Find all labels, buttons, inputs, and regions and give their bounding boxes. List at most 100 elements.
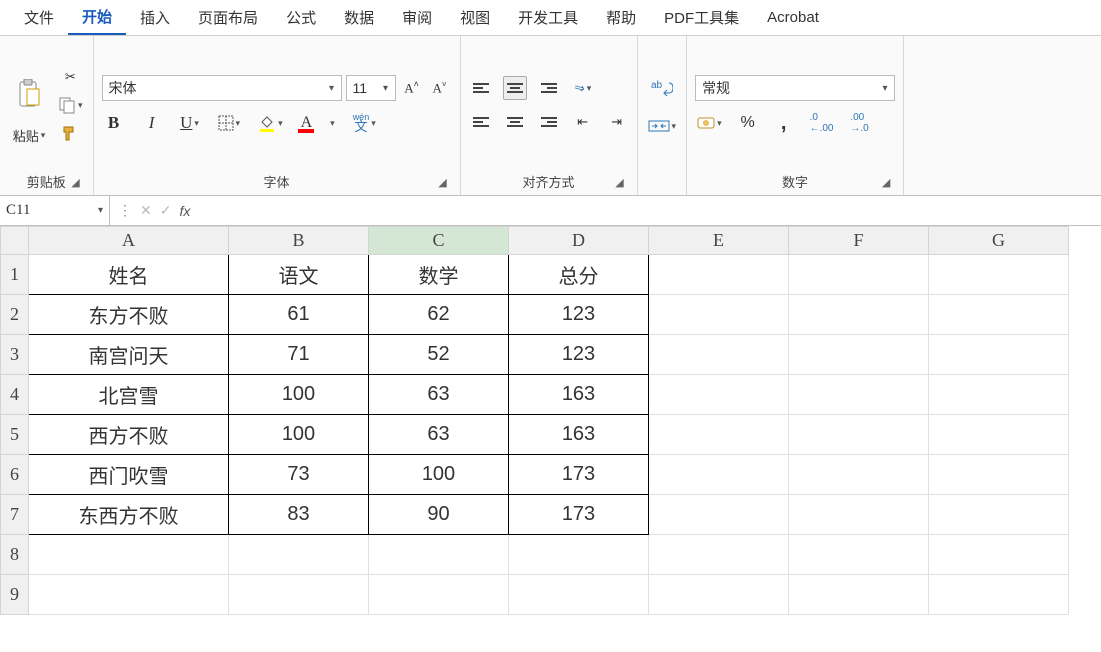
menu-item-8[interactable]: 开发工具 bbox=[504, 1, 592, 34]
cell-F7[interactable] bbox=[789, 495, 929, 535]
cell-A9[interactable] bbox=[29, 575, 229, 615]
increase-font-button[interactable]: A˄ bbox=[400, 76, 424, 100]
merge-button[interactable]: ▾ bbox=[646, 114, 679, 138]
menu-item-11[interactable]: Acrobat bbox=[753, 3, 833, 32]
align-right-button[interactable] bbox=[537, 110, 561, 134]
cell-F3[interactable] bbox=[789, 335, 929, 375]
menu-item-9[interactable]: 帮助 bbox=[592, 1, 650, 34]
cell-D5[interactable]: 163 bbox=[509, 415, 649, 455]
align-bottom-button[interactable] bbox=[537, 76, 561, 100]
chevron-down-icon[interactable]: ▾ bbox=[323, 83, 341, 94]
cell-B1[interactable]: 语文 bbox=[229, 255, 369, 295]
col-header-E[interactable]: E bbox=[649, 227, 789, 255]
chevron-down-icon[interactable]: ▾ bbox=[377, 83, 395, 94]
menu-item-0[interactable]: 文件 bbox=[10, 1, 68, 34]
cell-F6[interactable] bbox=[789, 455, 929, 495]
cell-D2[interactable]: 123 bbox=[509, 295, 649, 335]
font-launcher-icon[interactable]: ◢ bbox=[436, 175, 450, 189]
cell-D9[interactable] bbox=[509, 575, 649, 615]
currency-button[interactable]: ▾ bbox=[695, 111, 724, 135]
paste-label[interactable]: 粘贴▾ bbox=[13, 126, 46, 145]
menu-item-7[interactable]: 视图 bbox=[446, 1, 504, 34]
cell-E7[interactable] bbox=[649, 495, 789, 535]
formula-input[interactable] bbox=[198, 196, 1101, 225]
fx-icon[interactable]: fx bbox=[179, 203, 190, 219]
cancel-icon[interactable]: ✕ bbox=[140, 202, 152, 219]
align-middle-button[interactable] bbox=[503, 76, 527, 100]
cell-G7[interactable] bbox=[929, 495, 1069, 535]
cell-A4[interactable]: 北宫雪 bbox=[29, 375, 229, 415]
cell-G1[interactable] bbox=[929, 255, 1069, 295]
cell-C4[interactable]: 63 bbox=[369, 375, 509, 415]
cell-E5[interactable] bbox=[649, 415, 789, 455]
cell-E2[interactable] bbox=[649, 295, 789, 335]
cell-C2[interactable]: 62 bbox=[369, 295, 509, 335]
cell-E4[interactable] bbox=[649, 375, 789, 415]
cell-C1[interactable]: 数学 bbox=[369, 255, 509, 295]
cell-B4[interactable]: 100 bbox=[229, 375, 369, 415]
cell-B6[interactable]: 73 bbox=[229, 455, 369, 495]
col-header-F[interactable]: F bbox=[789, 227, 929, 255]
col-header-G[interactable]: G bbox=[929, 227, 1069, 255]
cell-A2[interactable]: 东方不败 bbox=[29, 295, 229, 335]
align-center-button[interactable] bbox=[503, 110, 527, 134]
formula-menu-icon[interactable]: ⋮ bbox=[118, 202, 132, 219]
row-header-5[interactable]: 5 bbox=[1, 415, 29, 455]
spreadsheet-grid[interactable]: ABCDEFG1姓名语文数学总分2东方不败61621233南宫问天7152123… bbox=[0, 226, 1101, 615]
menu-item-6[interactable]: 审阅 bbox=[388, 1, 446, 34]
col-header-A[interactable]: A bbox=[29, 227, 229, 255]
underline-button[interactable]: U▾ bbox=[178, 111, 202, 135]
orientation-button[interactable]: ⇗▾ bbox=[571, 76, 595, 100]
align-left-button[interactable] bbox=[469, 110, 493, 134]
cell-G5[interactable] bbox=[929, 415, 1069, 455]
align-top-button[interactable] bbox=[469, 76, 493, 100]
decrease-indent-button[interactable]: ⇤ bbox=[571, 110, 595, 134]
bold-button[interactable]: B bbox=[102, 111, 126, 135]
cell-E8[interactable] bbox=[649, 535, 789, 575]
increase-indent-button[interactable]: ⇥ bbox=[605, 110, 629, 134]
row-header-4[interactable]: 4 bbox=[1, 375, 29, 415]
col-header-B[interactable]: B bbox=[229, 227, 369, 255]
copy-button[interactable]: ▾ bbox=[56, 93, 85, 117]
cell-G3[interactable] bbox=[929, 335, 1069, 375]
row-header-2[interactable]: 2 bbox=[1, 295, 29, 335]
row-header-3[interactable]: 3 bbox=[1, 335, 29, 375]
font-color-button[interactable]: A ▾ bbox=[299, 111, 337, 135]
cut-button[interactable]: ✂ bbox=[56, 65, 85, 89]
cell-E9[interactable] bbox=[649, 575, 789, 615]
chevron-down-icon[interactable]: ▾ bbox=[98, 205, 103, 216]
format-painter-button[interactable] bbox=[56, 121, 85, 145]
name-box[interactable]: C11 ▾ bbox=[0, 196, 110, 225]
wrap-text-button[interactable]: ab bbox=[649, 76, 675, 100]
cell-A8[interactable] bbox=[29, 535, 229, 575]
cell-G6[interactable] bbox=[929, 455, 1069, 495]
cell-D8[interactable] bbox=[509, 535, 649, 575]
cell-D6[interactable]: 173 bbox=[509, 455, 649, 495]
cell-A6[interactable]: 西门吹雪 bbox=[29, 455, 229, 495]
cell-E3[interactable] bbox=[649, 335, 789, 375]
cell-B7[interactable]: 83 bbox=[229, 495, 369, 535]
cell-G8[interactable] bbox=[929, 535, 1069, 575]
menu-item-4[interactable]: 公式 bbox=[272, 1, 330, 34]
border-button[interactable]: ▾ bbox=[216, 111, 243, 135]
cell-D3[interactable]: 123 bbox=[509, 335, 649, 375]
cell-A7[interactable]: 东西方不败 bbox=[29, 495, 229, 535]
cell-D7[interactable]: 173 bbox=[509, 495, 649, 535]
cell-G4[interactable] bbox=[929, 375, 1069, 415]
menu-item-5[interactable]: 数据 bbox=[330, 1, 388, 34]
menu-item-2[interactable]: 插入 bbox=[126, 1, 184, 34]
cell-F1[interactable] bbox=[789, 255, 929, 295]
font-name-select[interactable]: 宋体▾ bbox=[102, 75, 342, 101]
row-header-9[interactable]: 9 bbox=[1, 575, 29, 615]
cell-F9[interactable] bbox=[789, 575, 929, 615]
row-header-6[interactable]: 6 bbox=[1, 455, 29, 495]
row-header-8[interactable]: 8 bbox=[1, 535, 29, 575]
cell-A5[interactable]: 西方不败 bbox=[29, 415, 229, 455]
cell-F4[interactable] bbox=[789, 375, 929, 415]
cell-B3[interactable]: 71 bbox=[229, 335, 369, 375]
cell-F8[interactable] bbox=[789, 535, 929, 575]
chevron-down-icon[interactable]: ▾ bbox=[876, 83, 894, 94]
menu-item-3[interactable]: 页面布局 bbox=[184, 1, 272, 34]
cell-C5[interactable]: 63 bbox=[369, 415, 509, 455]
col-header-C[interactable]: C bbox=[369, 227, 509, 255]
